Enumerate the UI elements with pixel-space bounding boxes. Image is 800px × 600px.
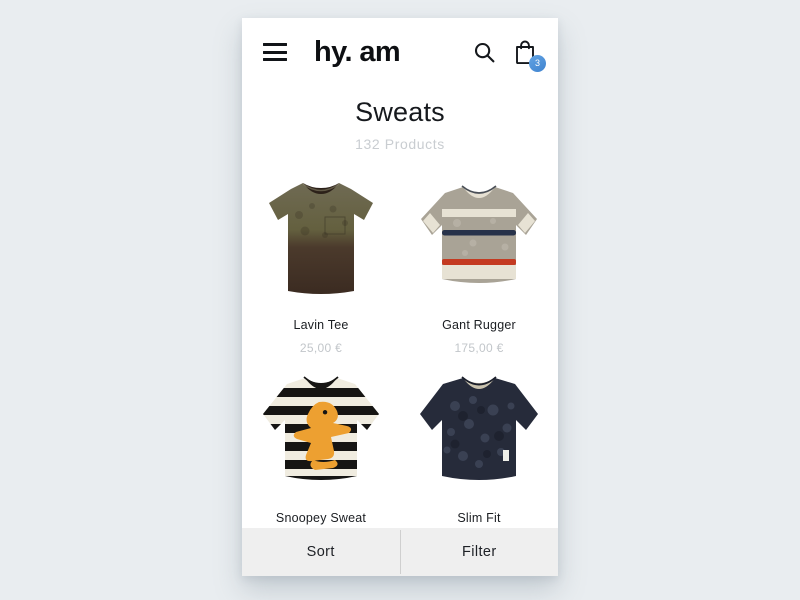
hamburger-bar	[263, 50, 287, 54]
product-image-gant-rugger	[410, 172, 548, 302]
product-count: 132 Products	[355, 136, 445, 153]
product-card[interactable]: Slim Fit	[400, 365, 558, 533]
product-card[interactable]: Snoopey Sweat	[242, 365, 400, 533]
product-card[interactable]: Lavin Tee 25,00 €	[242, 172, 400, 363]
page-header: Sweats 132 Products	[242, 86, 558, 153]
hamburger-bar	[263, 58, 287, 61]
product-name: Slim Fit	[457, 511, 501, 526]
shopping-bag-icon[interactable]: 3	[513, 39, 546, 72]
product-name: Lavin Tee	[293, 318, 349, 333]
bag-count-badge: 3	[529, 55, 546, 72]
product-card[interactable]: Gant Rugger 175,00 €	[400, 172, 558, 363]
product-image-slim-fit	[410, 365, 548, 495]
page-title: Sweats	[355, 97, 445, 127]
product-name: Gant Rugger	[442, 318, 516, 333]
screen: hy. am 3 Sweats 132 Products Lavin Tee 2…	[0, 0, 800, 600]
search-icon[interactable]	[473, 41, 496, 64]
hamburger-menu-icon[interactable]	[263, 43, 287, 61]
phone-screen: hy. am 3 Sweats 132 Products Lavin Tee 2…	[242, 18, 558, 576]
filter-button[interactable]: Filter	[401, 528, 559, 576]
product-image-snoopey-sweat	[252, 365, 390, 495]
product-name: Snoopey Sweat	[275, 511, 367, 526]
product-grid: Lavin Tee 25,00 € Gant Rugger 175,00 € S…	[242, 172, 558, 533]
product-price: 25,00 €	[299, 341, 343, 356]
bottom-action-bar: Sort Filter	[242, 528, 558, 576]
brand-logo[interactable]: hy. am	[314, 37, 401, 67]
sort-button[interactable]: Sort	[242, 528, 400, 576]
app-header: hy. am 3	[242, 18, 558, 86]
product-image-lavin-tee	[252, 172, 390, 302]
hamburger-bar	[263, 43, 287, 46]
product-price: 175,00 €	[454, 341, 504, 356]
